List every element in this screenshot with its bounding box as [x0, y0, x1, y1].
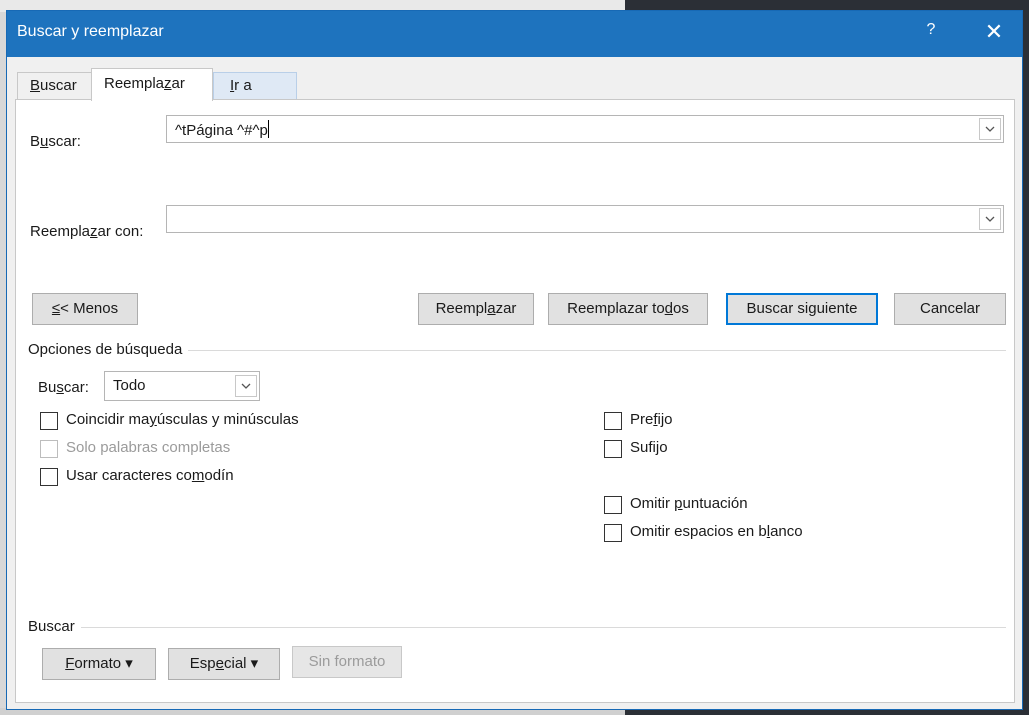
text-caret	[267, 120, 269, 138]
special-button[interactable]: Especial ▾	[168, 648, 280, 680]
search-direction-select[interactable]: Todo	[104, 371, 260, 401]
background-right-edge	[1023, 12, 1029, 715]
chevron-down-icon	[241, 383, 251, 389]
chevron-down-icon	[985, 126, 995, 132]
checkbox-box[interactable]	[604, 496, 622, 514]
find-replace-dialog: Buscar y reemplazar ? ✕ Buscar Reemplaza…	[6, 10, 1023, 710]
whole-words-label: Solo palabras completas	[66, 439, 231, 456]
tab-buscar[interactable]: Buscar	[17, 72, 93, 100]
no-formatting-button: Sin formato	[292, 646, 402, 678]
replace-history-dropdown[interactable]	[979, 208, 1001, 230]
close-button[interactable]: ✕	[979, 18, 1009, 46]
ignore-whitespace-checkbox[interactable]: Omitir espacios en blanco	[604, 522, 864, 544]
prefix-checkbox[interactable]: Prefijo	[604, 410, 724, 432]
find-section-divider	[30, 627, 1006, 628]
ignore-punctuation-checkbox[interactable]: Omitir puntuación	[604, 494, 824, 516]
chevron-down-icon	[985, 216, 995, 222]
tab-ir-a[interactable]: Ir a	[213, 72, 297, 100]
prefix-label: Prefijo	[630, 411, 673, 428]
whole-words-checkbox: Solo palabras completas	[40, 438, 300, 460]
find-value: ^tPágina ^#^p	[175, 120, 269, 139]
find-history-dropdown[interactable]	[979, 118, 1001, 140]
checkbox-box[interactable]	[40, 412, 58, 430]
help-button[interactable]: ?	[921, 21, 941, 39]
replace-all-button[interactable]: Reemplazar todos	[548, 293, 708, 325]
find-input[interactable]: ^tPágina ^#^p	[166, 115, 1004, 143]
ignore-whitespace-label: Omitir espacios en blanco	[630, 523, 803, 540]
replace-label: Reemplazar con:	[30, 223, 144, 240]
search-direction-dropdown[interactable]	[235, 375, 257, 397]
cancel-button[interactable]: Cancelar	[894, 293, 1006, 325]
replace-tab-panel: Buscar: ^tPágina ^#^p Reemplazar con: ≤<…	[15, 99, 1015, 703]
search-direction-label: Buscar:	[38, 379, 89, 396]
wildcards-label: Usar caracteres comodín	[66, 467, 234, 484]
wildcards-checkbox[interactable]: Usar caracteres comodín	[40, 466, 300, 488]
replace-input[interactable]	[166, 205, 1004, 233]
find-section-title: Buscar	[28, 618, 81, 635]
checkbox-box[interactable]	[40, 468, 58, 486]
search-direction-value: Todo	[113, 377, 146, 394]
replace-button[interactable]: Reemplazar	[418, 293, 534, 325]
dialog-title: Buscar y reemplazar	[17, 23, 164, 40]
match-case-label: Coincidir mayúsculas y minúsculas	[66, 411, 299, 428]
checkbox-box[interactable]	[604, 412, 622, 430]
format-button[interactable]: Formato ▾	[42, 648, 156, 680]
suffix-label: Sufijo	[630, 439, 668, 456]
match-case-checkbox[interactable]: Coincidir mayúsculas y minúsculas	[40, 410, 380, 432]
suffix-checkbox[interactable]: Sufijo	[604, 438, 724, 460]
find-label: Buscar:	[30, 133, 81, 150]
less-button[interactable]: ≤< Menos	[32, 293, 138, 325]
title-bar[interactable]: Buscar y reemplazar ? ✕	[7, 11, 1022, 57]
find-next-button[interactable]: Buscar siguiente	[726, 293, 878, 325]
search-options-title: Opciones de búsqueda	[28, 341, 189, 358]
checkbox-box	[40, 440, 58, 458]
checkbox-box[interactable]	[604, 524, 622, 542]
ignore-punctuation-label: Omitir puntuación	[630, 495, 748, 512]
checkbox-box[interactable]	[604, 440, 622, 458]
tab-reemplazar[interactable]: Reemplazar	[91, 68, 213, 101]
